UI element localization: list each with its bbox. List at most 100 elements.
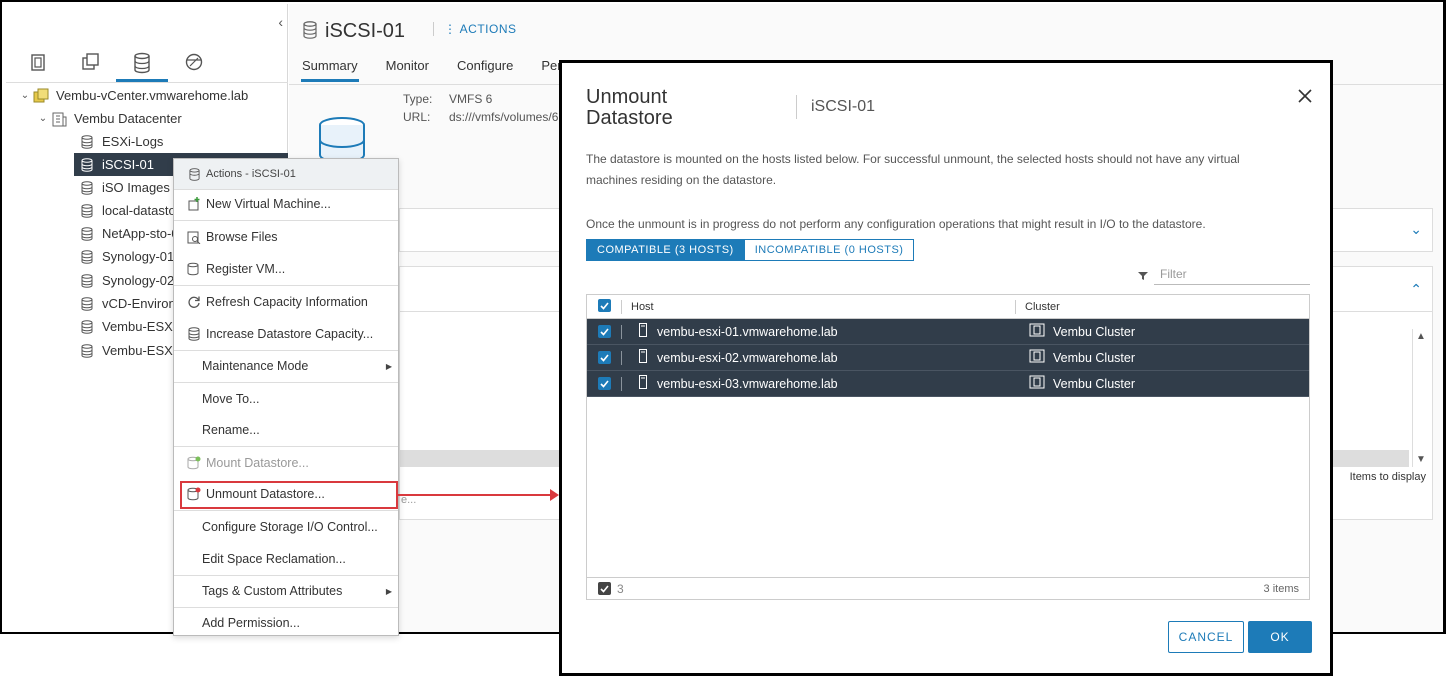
menu-divider (174, 285, 398, 286)
datagrid-header: Host Cluster (587, 295, 1309, 319)
menu-item-label: New Virtual Machine... (206, 197, 331, 211)
tab-incompatible-hosts[interactable]: INCOMPATIBLE (0 HOSTS) (744, 239, 915, 261)
menu-item-edit-space-reclamation[interactable]: Edit Space Reclamation... (174, 544, 398, 574)
tree-item-label: NetApp-sto-0 (102, 226, 179, 241)
new-vm-icon (186, 196, 202, 212)
menu-item-label: Browse Files (206, 230, 278, 244)
annotation-arrow-head-icon (550, 489, 559, 501)
datastore-icon (78, 157, 96, 173)
menu-item-mount-datastore: Mount Datastore... (174, 448, 398, 478)
host-name: vembu-esxi-03.vmwarehome.lab (657, 376, 838, 391)
tab-monitor[interactable]: Monitor (385, 56, 430, 82)
grid-scrollbar[interactable]: ▲ ▼ (1412, 329, 1428, 467)
chevron-down-icon[interactable]: ⌄ (1410, 221, 1422, 238)
hosts-clusters-tab-icon[interactable] (12, 52, 64, 82)
menu-divider (174, 382, 398, 383)
close-icon[interactable] (1298, 85, 1312, 107)
register-vm-icon (186, 261, 202, 277)
dialog-description: The datastore is mounted on the hosts li… (586, 152, 1240, 187)
menu-item-increase-capacity[interactable]: Increase Datastore Capacity... (174, 319, 398, 349)
table-row[interactable]: vembu-esxi-03.vmwarehome.lab Vembu Clust… (587, 371, 1309, 397)
table-row[interactable]: vembu-esxi-02.vmwarehome.lab Vembu Clust… (587, 345, 1309, 371)
cluster-icon (1029, 375, 1045, 392)
tree-item-label: Synology-01 (102, 249, 175, 264)
chevron-down-icon[interactable]: ⌄ (36, 113, 50, 124)
filter-icon (1138, 269, 1148, 280)
vms-templates-tab-icon[interactable] (64, 52, 116, 82)
table-row[interactable]: vembu-esxi-01.vmwarehome.lab Vembu Clust… (587, 319, 1309, 345)
scroll-up-icon[interactable]: ▲ (1416, 331, 1426, 342)
scroll-down-icon[interactable]: ▼ (1416, 454, 1426, 465)
menu-item-rename[interactable]: Rename... (174, 415, 398, 445)
increase-capacity-icon (186, 326, 202, 342)
menu-item-new-vm[interactable]: New Virtual Machine... (174, 189, 398, 219)
host-icon (639, 323, 647, 340)
tree-item-datastore[interactable]: ESXi-Logs (4, 130, 288, 153)
chevron-up-icon[interactable]: ⌃ (1410, 281, 1422, 298)
menu-item-tags-attributes[interactable]: Tags & Custom Attributes ▶ (174, 576, 398, 606)
menu-item-add-permission[interactable]: Add Permission... (174, 608, 398, 635)
menu-item-label: Move To... (202, 392, 260, 406)
menu-divider (174, 446, 398, 447)
menu-item-refresh-capacity[interactable]: Refresh Capacity Information (174, 287, 398, 317)
ok-button[interactable]: OK (1248, 621, 1312, 653)
cluster-name: Vembu Cluster (1053, 350, 1135, 365)
datastore-icon (78, 273, 96, 289)
menu-divider (174, 510, 398, 511)
row-checkbox[interactable] (598, 325, 611, 338)
datastore-icon (78, 343, 96, 359)
mount-datastore-icon (186, 455, 202, 471)
unmount-datastore-dialog: Unmount Datastore iSCSI-01 The datastore… (559, 60, 1333, 676)
storage-tab-icon[interactable] (116, 52, 168, 82)
datastore-icon (78, 134, 96, 150)
cluster-cell: Vembu Cluster (1029, 371, 1135, 396)
collapse-navigator-icon[interactable]: ‹ (278, 14, 283, 30)
select-all-checkbox[interactable] (598, 299, 611, 312)
host-cell: vembu-esxi-01.vmwarehome.lab (639, 319, 838, 344)
column-divider (621, 325, 622, 339)
items-to-display: Items to display (1349, 471, 1426, 483)
menu-item-move-to[interactable]: Move To... (174, 384, 398, 414)
menu-item-label: Refresh Capacity Information (206, 295, 368, 309)
actions-button[interactable]: ⋮ ACTIONS (433, 22, 517, 36)
column-header-cluster[interactable]: Cluster (1025, 301, 1060, 313)
menu-item-register-vm[interactable]: Register VM... (174, 254, 398, 284)
host-filter-tabs: COMPATIBLE (3 HOSTS) INCOMPATIBLE (0 HOS… (586, 239, 915, 261)
host-cell: vembu-esxi-03.vmwarehome.lab (639, 371, 838, 396)
url-label: URL: (403, 110, 431, 124)
menu-item-label: Mount Datastore... (206, 456, 309, 470)
datastore-icon (78, 180, 96, 196)
cluster-cell: Vembu Cluster (1029, 345, 1135, 370)
cluster-cell: Vembu Cluster (1029, 319, 1135, 344)
refresh-icon (186, 294, 202, 310)
row-checkbox[interactable] (598, 377, 611, 390)
menu-item-label: Tags & Custom Attributes (202, 584, 343, 598)
actions-label: ACTIONS (459, 22, 517, 36)
tree-item-datacenter[interactable]: ⌄ Vembu Datacenter (4, 107, 288, 130)
tab-summary[interactable]: Summary (301, 56, 359, 82)
cluster-icon (1029, 349, 1045, 366)
networking-tab-icon[interactable] (168, 52, 220, 82)
tab-compatible-hosts[interactable]: COMPATIBLE (3 HOSTS) (586, 239, 745, 261)
chevron-down-icon[interactable]: ⌄ (18, 90, 32, 101)
menu-item-configure-sioc[interactable]: Configure Storage I/O Control... (174, 512, 398, 542)
dialog-subtitle: iSCSI-01 (796, 95, 875, 119)
host-icon (639, 375, 647, 392)
host-icon (639, 349, 647, 366)
menu-item-maintenance-mode[interactable]: Maintenance Mode ▶ (174, 351, 398, 381)
column-divider (1015, 300, 1016, 314)
dialog-warning: Once the unmount is in progress do not p… (586, 217, 1206, 231)
datastore-icon (186, 166, 202, 182)
menu-item-label: Increase Datastore Capacity... (206, 327, 374, 341)
host-cell: vembu-esxi-02.vmwarehome.lab (639, 345, 838, 370)
column-header-host[interactable]: Host (631, 301, 654, 313)
tab-configure[interactable]: Configure (456, 56, 514, 82)
menu-item-browse-files[interactable]: Browse Files (174, 222, 398, 252)
datagrid-footer: 3 3 items (587, 577, 1309, 599)
row-checkbox[interactable] (598, 351, 611, 364)
datastore-icon (78, 319, 96, 335)
cancel-button[interactable]: CANCEL (1168, 621, 1244, 653)
filter-input[interactable]: Filter (1154, 265, 1310, 285)
tree-item-vcenter[interactable]: ⌄ Vembu-vCenter.vmwarehome.lab (4, 84, 288, 107)
menu-item-label: Add Permission... (202, 616, 300, 630)
